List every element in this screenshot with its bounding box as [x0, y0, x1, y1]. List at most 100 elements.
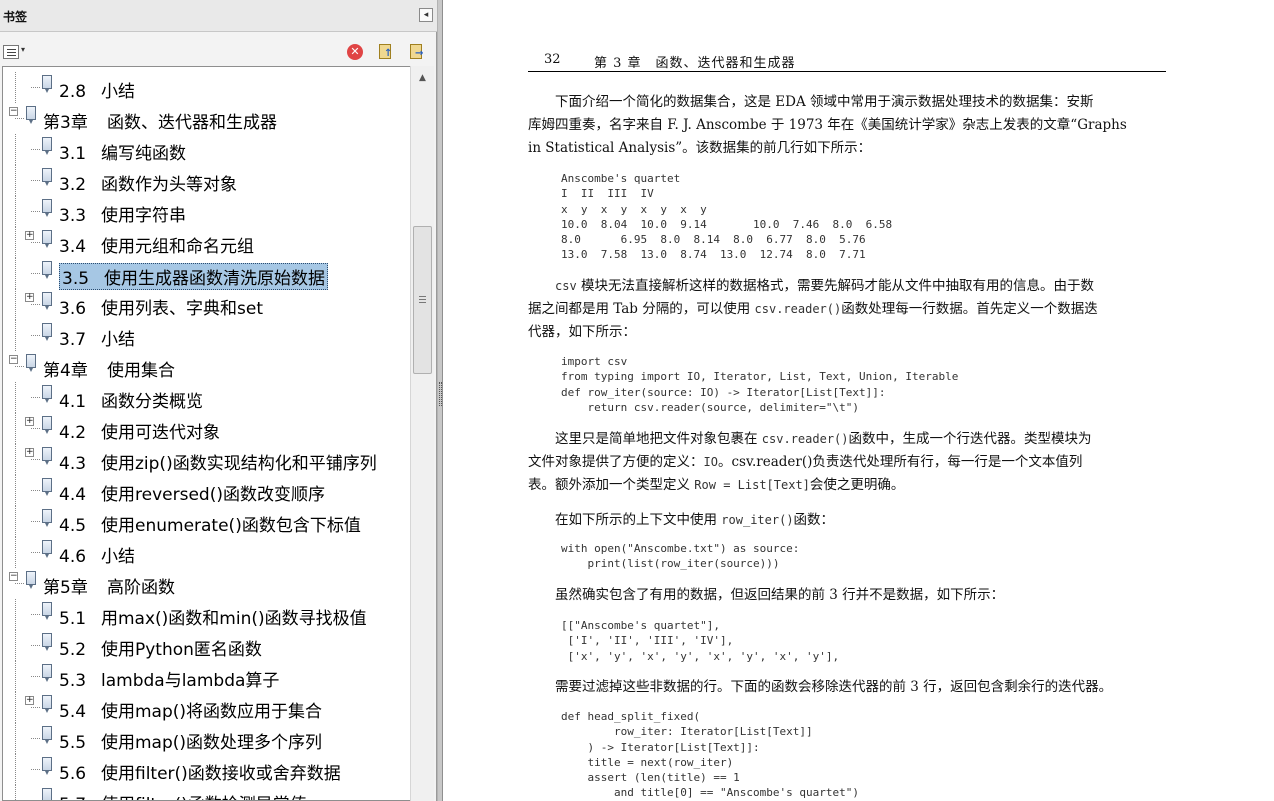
paragraph-usage: 在如下所示的上下文中使用 row_iter()函数： — [528, 509, 1166, 532]
bookmark-chapter[interactable]: − 第5章 高阶函数 — [3, 568, 411, 599]
bookmark-label[interactable]: 第3章 函数、迭代器和生成器 — [43, 108, 277, 133]
tree-line — [15, 630, 16, 661]
expand-icon[interactable]: + — [25, 293, 34, 302]
bookmark-text: lambda与lambda算子 — [101, 671, 280, 691]
bookmark-item[interactable]: 5.3 lambda与lambda算子 — [3, 661, 411, 692]
bookmark-item[interactable]: 3.1 编写纯函数 — [3, 134, 411, 165]
bookmark-label[interactable]: 4.6 小结 — [59, 542, 135, 567]
paragraph-filter: 需要过滤掉这些非数据的行。下面的函数会移除迭代器的前 3 行，返回包含剩余行的迭… — [528, 676, 1166, 699]
bookmark-item[interactable]: 5.2 使用Python匿名函数 — [3, 630, 411, 661]
paragraph-reader: 这里只是简单地把文件对象包裹在 csv.reader()函数中，生成一个行迭代器… — [528, 428, 1166, 497]
bookmark-item[interactable]: +4.3 使用zip()函数实现结构化和平铺序列 — [3, 444, 411, 475]
tree-line — [15, 785, 16, 800]
bookmark-item[interactable]: 3.5 使用生成器函数清洗原始数据 — [3, 258, 411, 290]
bookmark-label[interactable]: 4.1 函数分类概览 — [59, 387, 203, 412]
bookmark-item[interactable]: 5.6 使用filter()函数接收或舍弃数据 — [3, 754, 411, 785]
tree-line — [15, 366, 24, 367]
bookmark-text: 函数分类概览 — [101, 392, 203, 412]
bookmark-item[interactable]: +3.4 使用元组和命名元组 — [3, 227, 411, 258]
bookmark-item[interactable]: 3.2 函数作为头等对象 — [3, 165, 411, 196]
bookmark-icon — [42, 323, 52, 341]
bookmark-text: 使用Python匿名函数 — [101, 640, 262, 660]
bookmark-label[interactable]: 5.7使用filter()函数检测异常值 — [59, 790, 307, 800]
expand-icon[interactable]: + — [25, 448, 34, 457]
bookmark-label[interactable]: 5.3 lambda与lambda算子 — [59, 666, 279, 691]
tree-line — [15, 754, 16, 785]
bookmark-label[interactable]: 5.5 使用map()函数处理多个序列 — [59, 728, 322, 753]
tree-line — [31, 676, 40, 677]
bookmark-item[interactable]: 4.4 使用reversed()函数改变顺序 — [3, 475, 411, 506]
bookmark-item[interactable]: 3.3 使用字符串 — [3, 196, 411, 227]
bookmark-label[interactable]: 3.7 小结 — [59, 325, 135, 350]
options-menu-icon[interactable]: ▾ — [3, 45, 28, 60]
bookmark-label[interactable]: 2.8 小结 — [59, 77, 135, 102]
bookmark-label[interactable]: 4.5 使用enumerate()函数包含下标值 — [59, 511, 361, 536]
bookmark-item[interactable]: 4.5 使用enumerate()函数包含下标值 — [3, 506, 411, 537]
bookmark-label[interactable]: 5.1 用max()函数和min()函数寻找极值 — [59, 604, 367, 629]
text-line: 文件对象提供了方便的定义：IO。csv.reader()负责迭代处理所有行，每一… — [528, 451, 1166, 474]
tree-line — [31, 242, 40, 243]
bookmark-icon — [42, 261, 52, 279]
bookmark-number: 5.1 — [59, 609, 87, 629]
bookmark-label[interactable]: 3.2 函数作为头等对象 — [59, 170, 237, 195]
bookmark-item[interactable]: +3.6 使用列表、字典和set — [3, 289, 411, 320]
tree-line — [31, 645, 40, 646]
bookmark-icon — [42, 168, 52, 186]
bookmark-item[interactable]: 5.7使用filter()函数检测异常值 — [3, 785, 411, 800]
bookmarks-panel: 书签 ◂ ▾ ✕ ↑ → 2.8 小结 − 第3章 函数、迭代器和生成器 3.1 编写纯函数… — [0, 0, 437, 801]
bookmark-label[interactable]: 第4章 使用集合 — [43, 356, 175, 381]
text-run: 函数： — [793, 512, 835, 528]
bookmark-label[interactable]: 4.4 使用reversed()函数改变顺序 — [59, 480, 325, 505]
collapse-icon[interactable]: − — [9, 572, 18, 581]
inline-code: IO — [703, 455, 718, 469]
bookmark-item[interactable]: 5.1 用max()函数和min()函数寻找极值 — [3, 599, 411, 630]
bookmark-chapter[interactable]: − 第4章 使用集合 — [3, 351, 411, 382]
inline-code: Row = List[Text] — [694, 478, 810, 492]
bookmark-chapter[interactable]: − 第3章 函数、迭代器和生成器 — [3, 103, 411, 134]
expand-icon[interactable]: + — [25, 417, 34, 426]
bookmarks-scrollbar[interactable]: ▲ — [410, 66, 434, 801]
collapse-panel-button[interactable]: ◂ — [419, 8, 433, 22]
bookmark-number: 4.1 — [59, 392, 87, 412]
tree-line — [31, 552, 40, 553]
expand-icon[interactable]: + — [25, 231, 34, 240]
collapse-icon[interactable]: − — [9, 107, 18, 116]
bookmark-item[interactable]: +5.4 使用map()将函数应用于集合 — [3, 692, 411, 723]
scrollbar-thumb[interactable] — [413, 226, 432, 374]
delete-bookmark-icon[interactable]: ✕ — [347, 44, 363, 60]
bookmark-label[interactable]: 3.4 使用元组和命名元组 — [59, 232, 254, 257]
bookmark-label[interactable]: 5.2 使用Python匿名函数 — [59, 635, 262, 660]
tree-line — [15, 413, 16, 444]
bookmark-label[interactable]: 第5章 高阶函数 — [43, 573, 175, 598]
bookmark-number: 4.5 — [59, 516, 87, 536]
bookmark-label[interactable]: 5.4 使用map()将函数应用于集合 — [59, 697, 322, 722]
bookmark-item[interactable]: +4.2 使用可迭代对象 — [3, 413, 411, 444]
tree-line — [15, 320, 16, 351]
bookmark-item[interactable]: 2.8 小结 — [3, 72, 411, 103]
new-bookmark-icon[interactable]: ↑ — [377, 43, 395, 61]
bookmark-label[interactable]: 4.2 使用可迭代对象 — [59, 418, 220, 443]
text-line: 下面介绍一个简化的数据集合，这是 EDA 领域中常用于演示数据处理技术的数据集：… — [528, 94, 1094, 110]
text-run: 在如下所示的上下文中使用 — [528, 512, 722, 528]
collapse-icon[interactable]: − — [9, 355, 18, 364]
text-run: 。csv.reader()负责迭代处理所有行，每一行是一个文本值列 — [717, 454, 1083, 470]
bookmark-label[interactable]: 4.3 使用zip()函数实现结构化和平铺序列 — [59, 449, 377, 474]
bookmark-number: 5.5 — [59, 733, 87, 753]
text-run: 函数中，生成一个行迭代器。类型模块为 — [848, 431, 1092, 447]
scroll-up-icon[interactable]: ▲ — [411, 66, 434, 90]
bookmark-label[interactable]: 3.3 使用字符串 — [59, 201, 186, 226]
bookmark-number: 5.2 — [59, 640, 87, 660]
bookmark-icon — [42, 447, 52, 465]
bookmark-item[interactable]: 4.1 函数分类概览 — [3, 382, 411, 413]
bookmark-item[interactable]: 4.6 小结 — [3, 537, 411, 568]
bookmark-item[interactable]: 5.5 使用map()函数处理多个序列 — [3, 723, 411, 754]
bookmark-label[interactable]: 3.6 使用列表、字典和set — [59, 294, 263, 319]
bookmark-label[interactable]: 5.6 使用filter()函数接收或舍弃数据 — [59, 759, 341, 784]
bookmark-label[interactable]: 3.1 编写纯函数 — [59, 139, 186, 164]
bookmark-label[interactable]: 3.5 使用生成器函数清洗原始数据 — [59, 263, 328, 290]
expand-bookmark-icon[interactable]: → — [408, 43, 426, 61]
bookmark-item[interactable]: 3.7 小结 — [3, 320, 411, 351]
expand-icon[interactable]: + — [25, 696, 34, 705]
text-line: 这里只是简单地把文件对象包裹在 csv.reader()函数中，生成一个行迭代器… — [528, 428, 1166, 451]
text-line: 据之间都是用 Tab 分隔的，可以使用 csv.reader()函数处理每一行数… — [528, 298, 1166, 321]
